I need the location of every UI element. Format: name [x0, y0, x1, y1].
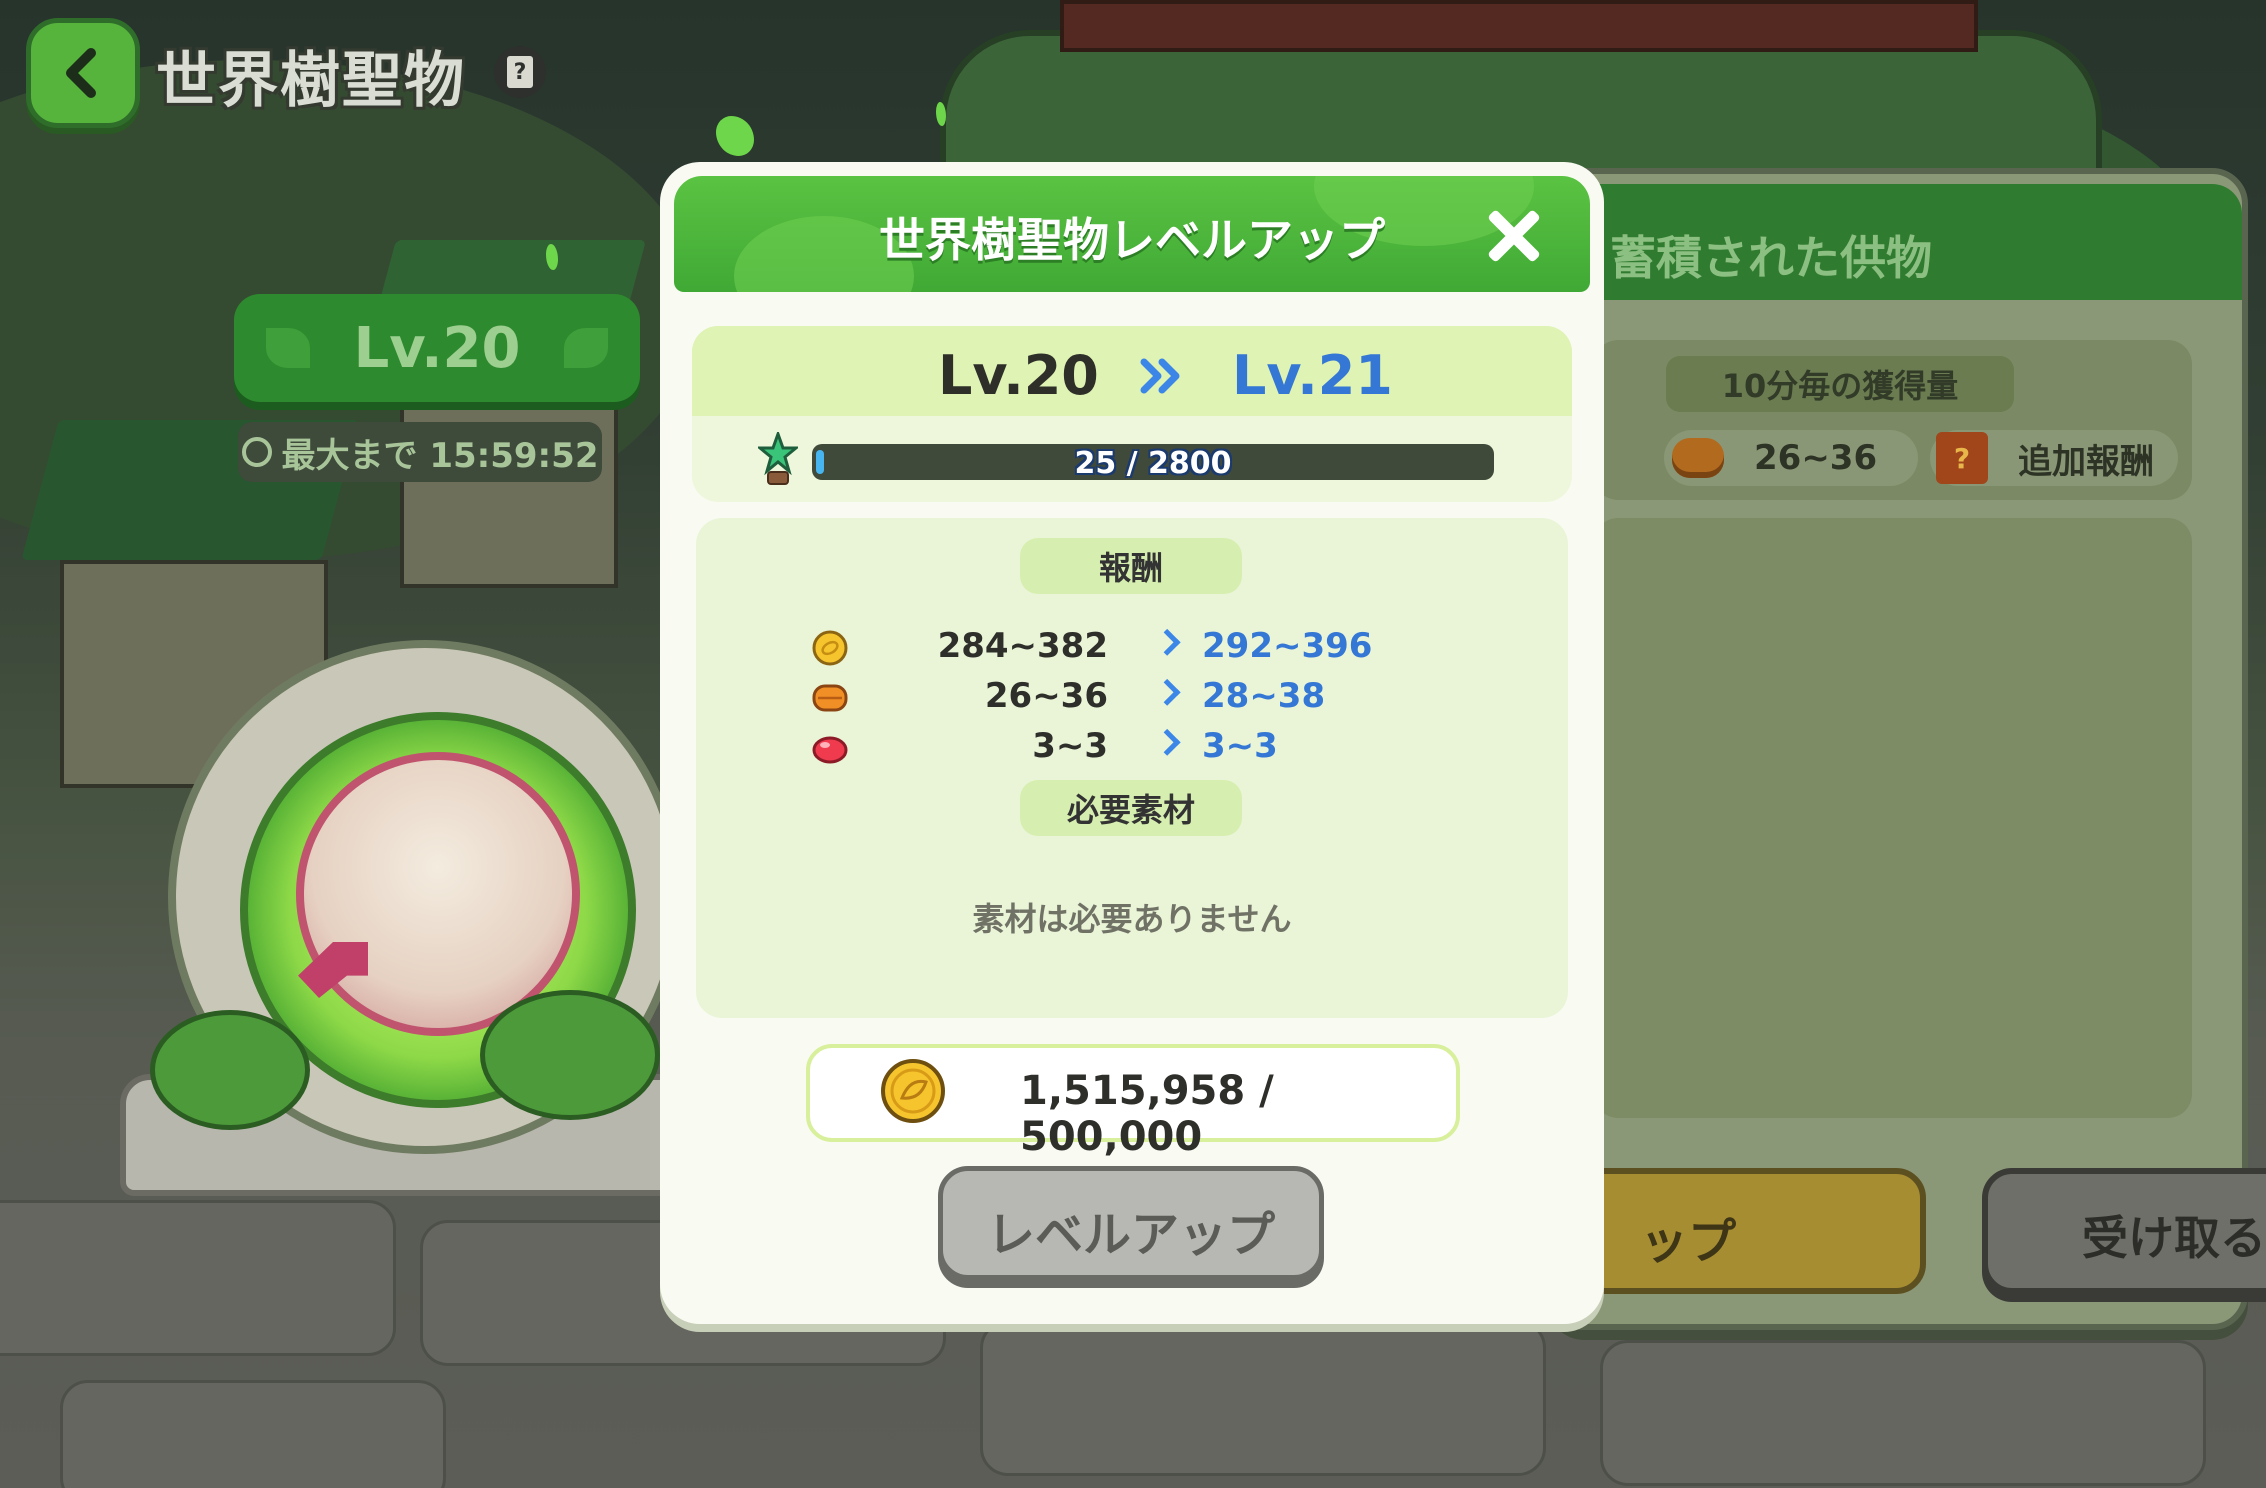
pancake-icon — [1672, 438, 1724, 478]
mystery-box-icon: ? — [1936, 432, 1988, 484]
close-icon[interactable] — [1482, 206, 1542, 266]
receive-button[interactable]: 受け取る — [1982, 1168, 2266, 1294]
back-button[interactable] — [26, 18, 140, 128]
back-arrow-icon — [66, 48, 96, 98]
gold-coin-icon — [881, 1059, 945, 1123]
leaf-icon — [564, 328, 608, 368]
rewards-box: 報酬 284~382 292~396 26~36 28~38 3~3 3~3 必… — [696, 518, 1568, 1018]
reward-row: 3~3 3~3 — [696, 726, 1568, 770]
level-transition: Lv.20 Lv.21 — [692, 326, 1572, 416]
reward-new: 292~396 — [1202, 626, 1373, 666]
modal-header: 世界樹聖物レベルアップ — [674, 176, 1590, 292]
cost-box: 1,515,958 / 500,000 — [806, 1044, 1460, 1160]
levelup-modal: 世界樹聖物レベルアップ Lv.20 Lv.21 25 / 2800 報酬 284… — [660, 162, 1604, 1324]
reward-row: 284~382 292~396 — [696, 626, 1568, 670]
reward-old: 284~382 — [937, 626, 1108, 666]
pancake-icon — [812, 684, 848, 712]
relic-bush — [150, 1010, 310, 1130]
help-icon: ? — [507, 56, 533, 88]
chevron-right-icon — [1153, 628, 1181, 656]
rate-pill: 26~36 — [1664, 430, 1918, 486]
leaf-icon — [266, 328, 310, 368]
rate-value: 26~36 — [1754, 438, 1878, 478]
star-exp-icon — [758, 432, 798, 485]
offerings-area — [1594, 518, 2192, 1118]
gold-coin-icon — [812, 630, 848, 666]
modal-title: 世界樹聖物レベルアップ — [879, 213, 1385, 267]
xp-progress-bar: 25 / 2800 — [812, 444, 1494, 481]
current-level: Lv.20 — [938, 344, 1099, 407]
panel-levelup-button[interactable]: ップ — [1574, 1168, 1926, 1294]
no-materials-text: 素材は必要ありません — [972, 900, 1292, 938]
cost-text: 1,515,958 / 500,000 — [1020, 1068, 1274, 1160]
bonus-reward-pill[interactable]: ? 追加報酬 — [1930, 430, 2178, 486]
offerings-title: 蓄積された供物 — [1610, 231, 1932, 285]
timer-text: 最大まで 15:59:52 — [281, 435, 599, 476]
reward-old: 26~36 — [984, 676, 1108, 716]
relic-level: Lv.20 — [353, 315, 521, 381]
chevron-right-icon — [1153, 728, 1181, 756]
reward-new: 28~38 — [1202, 676, 1326, 716]
bonus-reward-label: 追加報酬 — [2018, 441, 2154, 482]
max-timer: 最大まで 15:59:52 — [238, 422, 602, 482]
next-level: Lv.21 — [1232, 344, 1393, 407]
level-progress-box: Lv.20 Lv.21 25 / 2800 — [692, 326, 1572, 502]
xp-text: 25 / 2800 — [1074, 446, 1232, 481]
panel-levelup-label: ップ — [1640, 1214, 1737, 1270]
reward-old: 3~3 — [1032, 726, 1108, 766]
levelup-button-label: レベルアップ — [986, 1207, 1275, 1263]
rate-box: 10分毎の獲得量 26~36 ? 追加報酬 — [1594, 340, 2192, 500]
relic-level-badge: Lv.20 — [234, 294, 640, 402]
rewards-label: 報酬 — [1020, 538, 1242, 594]
reward-new: 3~3 — [1202, 726, 1278, 766]
materials-label: 必要素材 — [1020, 780, 1242, 836]
chevron-right-icon — [1153, 678, 1181, 706]
relic-bush — [480, 990, 660, 1120]
offerings-header: 蓄積された供物 — [1554, 184, 2242, 300]
red-jelly-icon — [812, 736, 848, 764]
help-button[interactable]: ? — [494, 46, 546, 98]
double-chevron-icon — [1138, 356, 1186, 406]
offerings-panel: 蓄積された供物 10分毎の獲得量 26~36 ? 追加報酬 ップ 受け取る — [1548, 168, 2266, 1330]
rate-label: 10分毎の獲得量 — [1666, 356, 2014, 412]
receive-label: 受け取る — [2082, 1211, 2266, 1265]
levelup-button[interactable]: レベルアップ — [938, 1166, 1324, 1280]
alarm-clock-icon — [241, 437, 272, 467]
page-title: 世界樹聖物 — [156, 46, 466, 116]
reward-row: 26~36 28~38 — [696, 676, 1568, 720]
